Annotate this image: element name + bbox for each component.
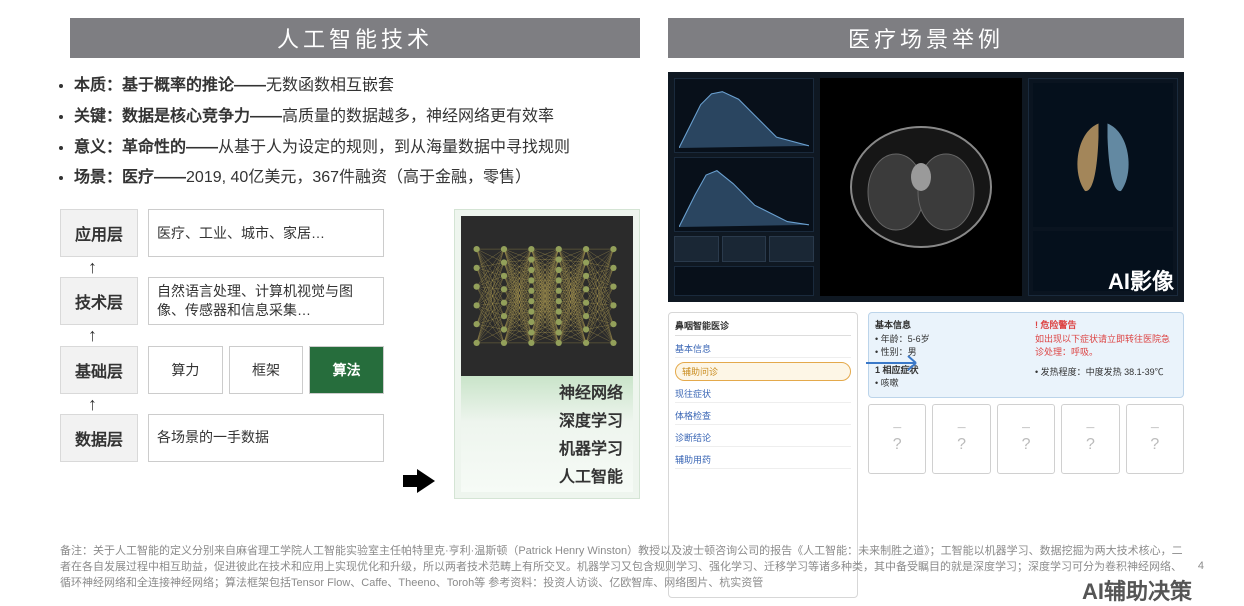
arrow-up-icon: ↑ <box>88 394 384 414</box>
ai-imaging-screenshot: AI影像 <box>668 72 1184 302</box>
footnote: 备注：关于人工智能的定义分别来自麻省理工学院人工智能实验室主任帕特里克·亨利·温… <box>60 544 1184 592</box>
histogram-panel <box>674 157 814 232</box>
nn-label-2: 深度学习 <box>461 408 623 436</box>
left-column: 本质：基于概率的推论——无数函数相互嵌套 关键：数据是核心竞争力——高质量的数据… <box>60 72 640 598</box>
ct-scan-view <box>820 78 1022 296</box>
arrow-right-icon <box>864 348 928 378</box>
layer-base-label: 基础层 <box>60 346 138 394</box>
layer-tech: 技术层 自然语言处理、计算机视觉与图像、传感器和信息采集… <box>60 277 384 325</box>
architecture-diagram: 应用层 医疗、工业、城市、家居… ↑ 技术层 自然语言处理、计算机视觉与图像、传… <box>60 209 640 598</box>
layer-tech-label: 技术层 <box>60 277 138 325</box>
layer-data-body: 各场景的一手数据 <box>148 414 384 462</box>
layer-app: 应用层 医疗、工业、城市、家居… <box>60 209 384 257</box>
bullet-4: 场景：医疗——2019, 40亿美元，367件融资（高于金融，零售） <box>74 164 640 193</box>
diag-line: 诊断结论 <box>675 429 851 447</box>
diag-line: 体格检查 <box>675 407 851 425</box>
diag-pill: 辅助问诊 <box>675 362 851 381</box>
diag-line: 基本信息 <box>675 340 851 358</box>
layer-base-framework: 框架 <box>229 346 304 394</box>
thumbnail-row <box>674 236 814 262</box>
layer-app-body: 医疗、工业、城市、家居… <box>148 209 384 257</box>
neural-network-panel: 神经网络 深度学习 机器学习 人工智能 <box>454 209 640 499</box>
arrow-up-icon: ↑ <box>88 257 384 277</box>
bullet-1: 本质：基于概率的推论——无数函数相互嵌套 <box>74 72 640 101</box>
arrow-up-icon: ↑ <box>88 325 384 345</box>
diagnosis-title: 鼻咽智能医诊 <box>675 319 851 336</box>
layer-data: 数据层 各场景的一手数据 <box>60 414 384 462</box>
suggestion-cards: —? —? —? —? —? <box>868 404 1184 474</box>
section-header-right: 医疗场景举例 <box>668 18 1184 58</box>
page-number: 4 <box>1198 560 1204 572</box>
nn-label-1: 神经网络 <box>461 380 623 408</box>
nn-label-4: 人工智能 <box>461 464 623 492</box>
bullet-list: 本质：基于概率的推论——无数函数相互嵌套 关键：数据是核心竞争力——高质量的数据… <box>74 72 640 195</box>
right-column: AI影像 鼻咽智能医诊 基本信息 辅助问诊 现往症状 体格检查 诊断结论 辅助用… <box>668 72 1184 598</box>
suggestion-card: —? <box>868 404 926 474</box>
suggestion-card: —? <box>1061 404 1119 474</box>
layer-base-algorithm: 算法 <box>309 346 384 394</box>
neural-network-illustration <box>461 216 633 376</box>
bullet-2: 关键：数据是核心竞争力——高质量的数据越多，神经网络更有效率 <box>74 103 640 132</box>
suggestion-card: —? <box>997 404 1055 474</box>
diag-line: 现往症状 <box>675 385 851 403</box>
layer-base-compute: 算力 <box>148 346 223 394</box>
suggestion-card: —? <box>1126 404 1184 474</box>
bullet-3: 意义：革命性的——从基于人为设定的规则，到从海量数据中寻找规则 <box>74 134 640 163</box>
layer-tech-body: 自然语言处理、计算机视觉与图像、传感器和信息采集… <box>148 277 384 325</box>
layer-app-label: 应用层 <box>60 209 138 257</box>
nn-label-3: 机器学习 <box>461 436 623 464</box>
histogram-panel <box>674 78 814 153</box>
suggestion-card: —? <box>932 404 990 474</box>
section-header-left: 人工智能技术 <box>70 18 640 58</box>
layer-base: 基础层 算力 框架 算法 <box>60 346 384 394</box>
layer-data-label: 数据层 <box>60 414 138 462</box>
ai-imaging-label: AI影像 <box>1108 264 1174 296</box>
diag-line: 辅助用药 <box>675 451 851 469</box>
data-table-panel <box>674 266 814 296</box>
